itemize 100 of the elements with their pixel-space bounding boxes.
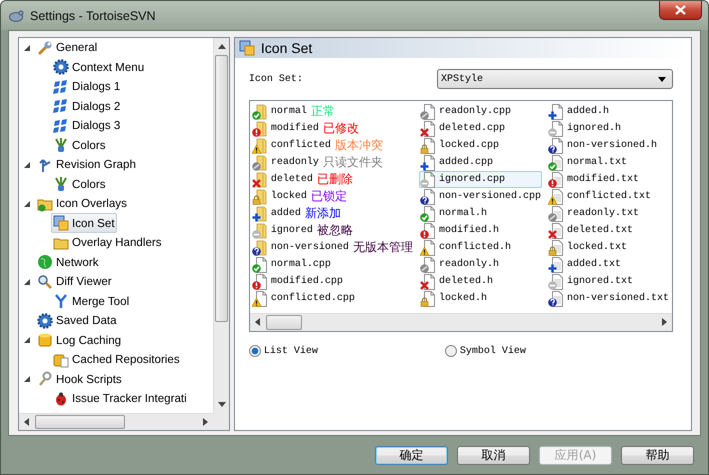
list-item[interactable]: ignored.txt — [546, 273, 670, 290]
expand-arrow-icon[interactable] — [22, 160, 32, 170]
tree-item[interactable]: Dialogs 3 — [51, 116, 122, 136]
globe-icon — [37, 254, 53, 270]
list-item[interactable]: normal.h — [418, 205, 542, 222]
tree-item[interactable]: Dialogs 2 — [51, 96, 122, 116]
expand-arrow-icon[interactable] — [22, 374, 32, 384]
list-item[interactable]: added.cpp — [418, 154, 542, 171]
text-disc-icon — [548, 206, 564, 222]
tree-item[interactable]: Icon Set — [51, 213, 117, 234]
expand-arrow-icon[interactable] — [22, 42, 32, 53]
file-cross-icon — [420, 274, 436, 290]
right-arrow-icon[interactable] — [662, 318, 668, 326]
caret-icon — [658, 76, 666, 82]
tree-item[interactable]: Icon Overlays — [35, 194, 129, 214]
list-item[interactable]: ignored.h — [546, 120, 670, 137]
folder-disc-icon — [252, 154, 268, 170]
expand-arrow-icon[interactable] — [22, 335, 32, 346]
close-button[interactable] — [659, 1, 702, 20]
tree-item[interactable]: Merge Tool — [51, 291, 132, 312]
list-item[interactable]: deleted.cpp — [418, 120, 542, 137]
tree-item[interactable]: Diff Viewer — [35, 272, 114, 292]
file-exclamation-icon — [252, 274, 268, 290]
down-arrow-icon[interactable] — [218, 402, 226, 408]
dialog-button[interactable]: 帮助 — [621, 446, 694, 464]
list-item[interactable]: normal.txt — [546, 154, 670, 171]
list-item[interactable]: added.txt — [546, 256, 670, 273]
file-warning-icon — [420, 240, 436, 256]
icon-set-dropdown[interactable]: XPStyle — [437, 69, 673, 89]
tree-item[interactable]: General — [35, 38, 100, 58]
vertical-scrollbar[interactable] — [212, 38, 229, 413]
text-lock-icon — [548, 240, 564, 256]
list-item[interactable]: locked.h — [418, 290, 542, 307]
tree-item[interactable]: Cached Repositories — [51, 350, 182, 370]
tree-item[interactable]: Log Caching — [35, 330, 124, 350]
flag-icon — [53, 118, 69, 134]
list-item[interactable]: conflicted 版本冲突 — [250, 137, 414, 154]
horizontal-scrollbar[interactable] — [250, 313, 672, 331]
dialog-button[interactable]: 确定 — [375, 446, 448, 464]
list-item[interactable]: deleted.txt — [546, 222, 670, 239]
expand-arrow-icon[interactable] — [22, 276, 32, 287]
tree-item[interactable]: Dialogs 1 — [51, 76, 122, 97]
view-radio[interactable]: Symbol View — [444, 345, 691, 357]
list-item[interactable]: non-versioned.cpp — [418, 188, 542, 205]
list-item[interactable]: conflicted.cpp — [250, 290, 414, 307]
scrollbar-thumb[interactable] — [214, 55, 228, 322]
tree-item[interactable]: Colors — [51, 174, 108, 194]
expand-arrow-icon[interactable] — [22, 198, 32, 209]
folder-lock-icon — [252, 188, 268, 204]
list-item[interactable]: normal.cpp — [250, 256, 414, 273]
scrollbar-thumb[interactable] — [35, 415, 125, 429]
list-item[interactable]: deleted.h — [418, 273, 542, 290]
list-item[interactable]: readonly.h — [418, 256, 542, 273]
file-plus-icon — [548, 104, 564, 120]
scrollbar-thumb[interactable] — [266, 315, 302, 330]
list-item[interactable]: readonly.txt — [546, 205, 670, 222]
list-item[interactable]: modified.cpp — [250, 273, 414, 290]
list-item[interactable]: conflicted.txt — [546, 188, 670, 205]
list-item[interactable]: non-versioned.txt — [546, 290, 670, 307]
tree-item[interactable]: Context Menu — [51, 57, 146, 78]
view-radio[interactable]: List View — [248, 345, 445, 357]
list-item[interactable]: added.h — [546, 103, 670, 120]
tree-item[interactable]: Hook Scripts — [35, 369, 124, 390]
horizontal-scrollbar[interactable] — [19, 413, 213, 430]
right-arrow-icon[interactable] — [202, 418, 209, 426]
list-item[interactable]: conflicted.h — [418, 239, 542, 256]
list-item[interactable]: non-versioned.h — [546, 137, 670, 154]
list-item[interactable]: locked.txt — [546, 239, 670, 256]
text-question-icon — [548, 290, 564, 306]
list-item[interactable]: locked 已锁定 — [250, 188, 414, 205]
tree-item[interactable]: Overlay Handlers — [51, 232, 164, 253]
tree-item[interactable]: Network — [35, 252, 101, 272]
window-title: Settings - TortoiseSVN — [30, 8, 157, 22]
left-arrow-icon[interactable] — [23, 418, 29, 426]
dialog-button[interactable]: 取消 — [457, 446, 530, 464]
left-arrow-icon[interactable] — [254, 318, 260, 326]
list-item[interactable]: modified 已修改 — [250, 120, 414, 137]
list-item[interactable]: locked.cpp — [418, 137, 542, 154]
graph-icon — [37, 156, 53, 173]
list-item[interactable]: readonly.cpp — [418, 103, 542, 120]
tree-item[interactable]: Saved Data — [35, 310, 119, 331]
list-item[interactable]: non-versioned 无版本管理 — [250, 239, 414, 256]
panel-title: Icon Set — [260, 40, 312, 56]
tree-item[interactable]: Colors — [51, 135, 108, 156]
tree-item[interactable]: Issue Tracker Integrati — [51, 388, 189, 409]
file-cross-icon — [420, 120, 436, 136]
file-exclamation-icon — [420, 222, 436, 238]
folder-exclamation-icon — [252, 120, 268, 136]
list-item[interactable]: deleted 已删除 — [250, 171, 414, 188]
list-item[interactable]: readonly 只读文件夹 — [250, 154, 414, 171]
list-item[interactable]: modified.h — [418, 222, 542, 239]
file-check-icon — [420, 206, 436, 222]
tree-item[interactable]: Revision Graph — [35, 154, 138, 175]
list-item[interactable]: ignored 被忽略 — [250, 222, 414, 239]
list-item[interactable]: modified.txt — [546, 171, 670, 188]
list-item[interactable]: normal 正常 — [250, 103, 414, 120]
up-arrow-icon[interactable] — [218, 43, 226, 49]
list-item[interactable]: added 新添加 — [250, 205, 414, 222]
list-item[interactable]: ignored.cpp — [418, 171, 542, 188]
text-exclamation-icon — [548, 172, 564, 188]
